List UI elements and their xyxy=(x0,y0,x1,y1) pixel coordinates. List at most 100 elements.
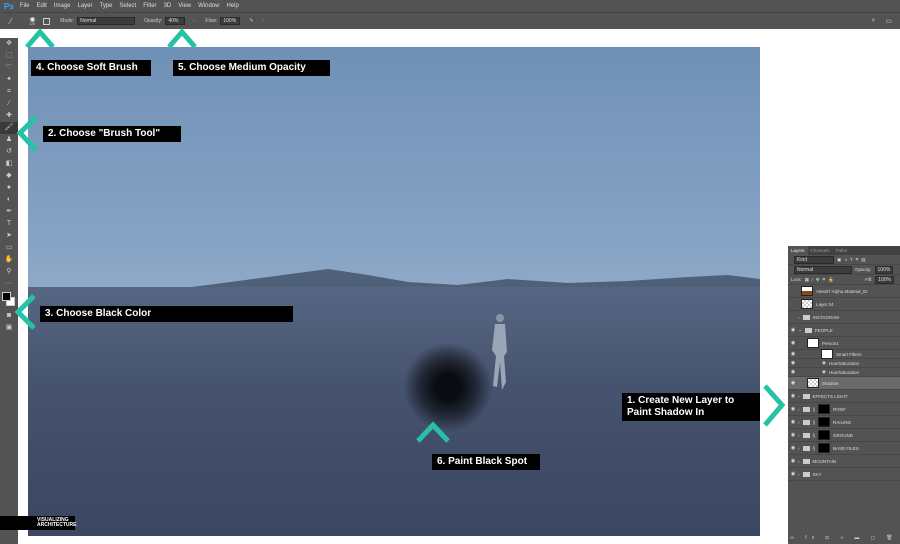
color-swatches[interactable] xyxy=(0,290,18,310)
document-canvas[interactable] xyxy=(28,47,760,536)
more-tools[interactable]: ··· xyxy=(0,278,18,290)
eyedropper-tool[interactable]: ⁄ xyxy=(0,98,18,110)
layer-row[interactable]: Layer 24 xyxy=(788,298,900,311)
flow-field[interactable]: 100% xyxy=(220,17,241,25)
visibility-eye-icon[interactable]: ◉ xyxy=(788,393,798,399)
layer-row[interactable]: ◉ Smart Filters xyxy=(788,349,900,359)
menu-image[interactable]: Image xyxy=(54,3,71,9)
menu-file[interactable]: File xyxy=(20,3,30,9)
visibility-eye-icon[interactable]: ◉ xyxy=(788,419,798,425)
shape-tool[interactable]: ▭ xyxy=(0,242,18,254)
bucket-tool[interactable]: ◆ xyxy=(0,170,18,182)
chevron-right-icon[interactable]: › xyxy=(798,394,800,399)
layer-row[interactable]: ◉ › § BASE FILES xyxy=(788,442,900,455)
visibility-eye-icon[interactable]: ◉ xyxy=(788,340,798,346)
layer-footer-icons[interactable]: ∞ fx ◘ ◑ ▬ ◻ 🗑 xyxy=(790,535,897,541)
chevron-right-icon[interactable]: › xyxy=(798,315,800,320)
menu-view[interactable]: View xyxy=(178,3,191,9)
visibility-eye-icon[interactable]: ◉ xyxy=(788,458,798,464)
layer-row[interactable]: ◉ ◉ Hue/Saturation xyxy=(788,368,900,377)
tab-layers[interactable]: Layers xyxy=(788,246,808,255)
blend-mode-select[interactable]: Normal xyxy=(794,265,852,274)
opacity-field[interactable]: 40% xyxy=(165,17,186,25)
pressure-size-icon[interactable]: ◌ xyxy=(262,18,265,24)
menu-filter[interactable]: Filter xyxy=(143,3,156,9)
layer-row[interactable]: ◉ ◉ Hue/Saturation xyxy=(788,359,900,368)
flow-label: Flow: xyxy=(205,18,218,24)
menu-window[interactable]: Window xyxy=(198,3,219,9)
workspace-icon[interactable]: ▭ xyxy=(885,17,892,25)
stamp-tool[interactable]: ♟ xyxy=(0,134,18,146)
chevron-down-icon[interactable]: ⌄ xyxy=(798,327,802,333)
eraser-tool[interactable]: ◧ xyxy=(0,158,18,170)
brush-tool-icon[interactable]: ⁄ xyxy=(10,17,11,26)
layer-row[interactable]: ◉ › § RAILING xyxy=(788,416,900,429)
tab-channels[interactable]: Channels xyxy=(808,248,833,253)
visibility-eye-icon[interactable]: ◉ xyxy=(788,406,798,412)
lock-label: Lock: xyxy=(791,277,802,282)
filter-icons[interactable]: ▣◑T⌗▤ xyxy=(837,257,869,263)
move-tool[interactable]: ✥ xyxy=(0,38,18,50)
layer-row[interactable]: › INSTAGRAM xyxy=(788,311,900,324)
visibility-eye-icon[interactable]: ◉ xyxy=(788,369,798,375)
layer-row[interactable]: ◉ ⌄ PEOPLE xyxy=(788,324,900,337)
visibility-eye-icon[interactable]: ◉ xyxy=(788,360,798,366)
menu-layer[interactable]: Layer xyxy=(78,3,93,9)
layer-filter-select[interactable]: Kind xyxy=(794,255,834,264)
layer-opacity-field[interactable]: 100% xyxy=(874,265,894,274)
menu-type[interactable]: Type xyxy=(100,3,113,9)
layer-row[interactable]: ◉ › § GROUND xyxy=(788,429,900,442)
brush-panel-icon[interactable] xyxy=(43,17,51,25)
layer-row[interactable]: View07 Alpha.Material_ID xyxy=(788,285,900,298)
lasso-tool[interactable]: ➰ xyxy=(0,62,18,74)
layer-row[interactable]: ◉ › SKY xyxy=(788,468,900,481)
hand-tool[interactable]: ✋ xyxy=(0,254,18,266)
layer-row[interactable]: ◉ Person1 xyxy=(788,337,900,350)
chevron-right-icon[interactable]: › xyxy=(798,459,800,464)
visibility-eye-icon[interactable]: ◉ xyxy=(788,351,798,357)
brush-tool[interactable]: 🖌 xyxy=(0,122,18,134)
menu-help[interactable]: Help xyxy=(226,3,238,9)
fill-field[interactable]: 100% xyxy=(875,275,894,284)
dodge-tool[interactable]: ◐ xyxy=(0,194,18,206)
eye-icon[interactable]: ◉ xyxy=(822,360,826,366)
menu-edit[interactable]: Edit xyxy=(36,3,46,9)
search-icon[interactable]: ⌕ xyxy=(871,17,875,25)
visibility-eye-icon[interactable]: ◉ xyxy=(788,380,798,386)
menu-select[interactable]: Select xyxy=(120,3,137,9)
layer-row[interactable]: ◉ › EFFECTS LIGHT xyxy=(788,390,900,403)
quick-mask-icon[interactable]: ◙ xyxy=(0,310,18,322)
airbrush-icon[interactable]: ✎ xyxy=(249,18,253,24)
path-select-tool[interactable]: ➤ xyxy=(0,230,18,242)
blur-tool[interactable]: ● xyxy=(0,182,18,194)
layer-row[interactable]: ◉ Shadow xyxy=(788,377,900,390)
chevron-right-icon[interactable]: › xyxy=(798,446,800,451)
visibility-eye-icon[interactable]: ◉ xyxy=(788,432,798,438)
lock-icons[interactable]: ▦⁄✥⌗🔒 xyxy=(805,277,837,283)
brush-preset-picker[interactable]: 125 xyxy=(29,16,35,26)
healing-tool[interactable]: ✚ xyxy=(0,110,18,122)
marquee-tool[interactable]: ⬚ xyxy=(0,50,18,62)
pen-tool[interactable]: ✒ xyxy=(0,206,18,218)
visibility-eye-icon[interactable]: ◉ xyxy=(788,471,798,477)
visibility-eye-icon[interactable]: ◉ xyxy=(788,445,798,451)
tab-paths[interactable]: Paths xyxy=(833,248,851,253)
eye-icon[interactable]: ◉ xyxy=(822,369,826,375)
chevron-right-icon[interactable]: › xyxy=(798,433,800,438)
chevron-right-icon[interactable]: › xyxy=(798,472,800,477)
layer-row[interactable]: ◉ › § ROOF xyxy=(788,403,900,416)
screen-mode-icon[interactable]: ▣ xyxy=(0,322,18,334)
zoom-tool[interactable]: ⚲ xyxy=(0,266,18,278)
chevron-right-icon[interactable]: › xyxy=(798,407,800,412)
visibility-eye-icon[interactable]: ◉ xyxy=(788,327,798,333)
menu-3d[interactable]: 3D xyxy=(164,3,172,9)
crop-tool[interactable]: ⌗ xyxy=(0,86,18,98)
chevron-right-icon[interactable]: › xyxy=(798,420,800,425)
pressure-opacity-icon[interactable]: ◌ xyxy=(192,18,195,24)
magic-wand-tool[interactable]: ✦ xyxy=(0,74,18,86)
layer-row[interactable]: ◉ › MOUNTAIN xyxy=(788,455,900,468)
type-tool[interactable]: T xyxy=(0,218,18,230)
history-brush-tool[interactable]: ↺ xyxy=(0,146,18,158)
foreground-color[interactable] xyxy=(2,292,11,301)
mode-select[interactable]: Normal xyxy=(77,17,136,25)
